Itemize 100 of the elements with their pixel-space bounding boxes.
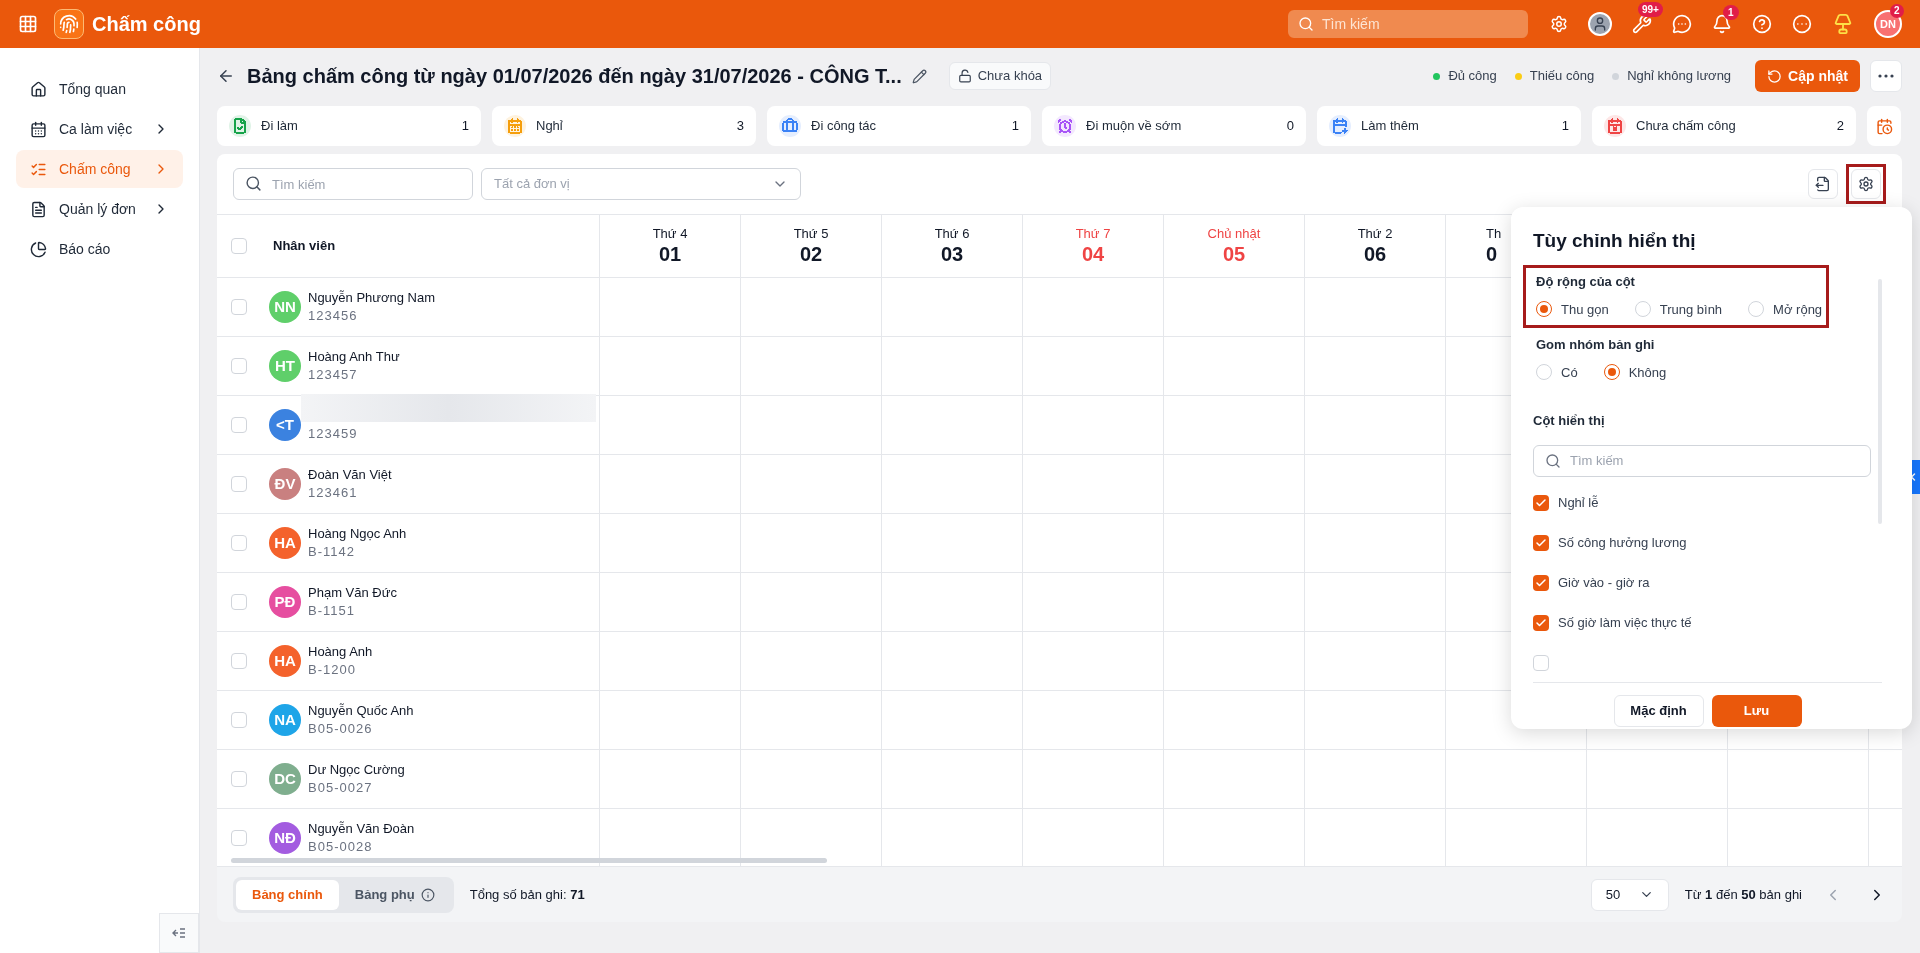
employee-code: 123459	[308, 425, 359, 443]
check-icon	[1535, 496, 1547, 509]
employee-avatar: HT	[269, 350, 301, 382]
employee-name: Nguyễn Văn Đoàn	[308, 820, 416, 838]
employee-code: B05-0028	[308, 838, 374, 856]
checkbox[interactable]	[1533, 654, 1549, 671]
lamp-icon[interactable]	[1832, 13, 1854, 35]
search-icon	[1298, 16, 1314, 32]
check-icon	[1535, 576, 1547, 589]
export-icon	[1815, 176, 1831, 192]
search-icon	[245, 175, 262, 192]
card-count: 1	[461, 117, 469, 136]
day-column-header: Thứ 6 03	[882, 215, 1023, 277]
row-checkbox[interactable]	[231, 299, 247, 315]
sidebar-item[interactable]: Quản lý đơn	[16, 190, 183, 228]
employee-name: Nguyễn Quốc Anh	[308, 702, 415, 720]
employee-name: Hoàng Ngọc Anh	[308, 525, 408, 543]
row-checkbox[interactable]	[231, 712, 247, 728]
card-label: Đi muộn về sớm	[1086, 117, 1183, 136]
table-tab[interactable]: Bảng phụ	[338, 879, 451, 910]
employee-avatar: NN	[269, 291, 301, 323]
checkbox[interactable]	[1533, 614, 1549, 631]
more-icon[interactable]	[1792, 14, 1812, 34]
bell-icon[interactable]	[1712, 14, 1732, 34]
row-checkbox[interactable]	[231, 594, 247, 610]
refresh-icon	[1767, 68, 1783, 84]
column-search-field[interactable]: Tìm kiếm	[1533, 444, 1871, 477]
settings-icon[interactable]	[1550, 15, 1568, 33]
card-count: 3	[736, 117, 744, 136]
employee-code: B05-0026	[308, 720, 374, 738]
calendar-clock-icon	[1875, 117, 1893, 135]
row-checkbox[interactable]	[231, 476, 247, 492]
checkbox[interactable]	[1533, 534, 1549, 551]
help-icon[interactable]	[1752, 14, 1772, 34]
section-label: Cột hiển thị	[1533, 412, 1606, 430]
row-checkbox[interactable]	[231, 358, 247, 374]
card-count: 0	[1286, 117, 1294, 136]
section-label: Gom nhóm bản ghi	[1536, 336, 1656, 354]
employee-name: Hoàng Anh Thư	[308, 348, 401, 366]
notification-badge: 99+	[1638, 2, 1663, 17]
summary-card[interactable]: Đi muộn về sớm 0	[1042, 106, 1306, 146]
apps-menu-icon[interactable]	[18, 14, 38, 34]
lock-status-button[interactable]: Chưa khóa	[948, 62, 1052, 90]
employee-name: Dư Ngọc Cường	[308, 761, 406, 779]
summary-card[interactable]: Nghỉ 3	[492, 106, 756, 146]
row-checkbox[interactable]	[231, 771, 247, 787]
settings-icon	[1858, 176, 1874, 192]
select-all-checkbox[interactable]	[231, 238, 247, 254]
employee-code: B-1200	[308, 661, 357, 679]
check-icon	[1535, 536, 1547, 549]
search-field[interactable]: Tìm kiếm	[1288, 10, 1528, 38]
checkbox[interactable]	[1533, 494, 1549, 511]
employee-avatar: NA	[269, 704, 301, 736]
summary-card[interactable]: Đi làm 1	[217, 106, 481, 146]
record-range: Từ 1 đến 50 bản ghi	[1684, 885, 1802, 904]
sidebar-item[interactable]: Tổng quan	[16, 70, 183, 108]
summary-card[interactable]: Đi công tác 1	[767, 106, 1031, 146]
save-button[interactable]: Lưu	[1711, 694, 1802, 727]
checkbox-label: Giờ vào - giờ ra	[1558, 573, 1650, 592]
employee-code: B05-0027	[308, 779, 374, 797]
calendar-button[interactable]	[1867, 106, 1901, 146]
row-checkbox[interactable]	[231, 535, 247, 551]
employee-name: Đoàn Văn Việt	[308, 466, 393, 484]
table-tab[interactable]: Bảng chính	[236, 879, 339, 910]
update-button[interactable]: Cập nhật	[1755, 60, 1860, 92]
home-icon	[30, 80, 47, 98]
day-column-header: Thứ 5 02	[741, 215, 882, 277]
card-label: Nghỉ	[536, 117, 564, 136]
chat-icon[interactable]	[1672, 14, 1692, 34]
record-total: Tổng số bản ghi: 71	[469, 885, 585, 904]
summary-card[interactable]: Làm thêm 1	[1317, 106, 1581, 146]
employee-code: 123461	[308, 484, 359, 502]
employee-code: B-1151	[308, 602, 356, 620]
employee-search-field[interactable]: Tìm kiếm	[233, 168, 473, 200]
wrench-icon[interactable]	[1632, 14, 1652, 34]
employee-code: B-1142	[308, 543, 356, 561]
more-icon	[1878, 74, 1894, 78]
export-button[interactable]	[1808, 169, 1838, 199]
horizontal-scrollbar[interactable]	[231, 858, 827, 863]
row-checkbox[interactable]	[231, 653, 247, 669]
day-column-header: Chủ nhật 05	[1164, 215, 1305, 277]
day-column-header: Thứ 7 04	[1023, 215, 1164, 277]
default-button[interactable]: Mặc định	[1613, 694, 1704, 727]
checkbox[interactable]	[1533, 574, 1549, 591]
row-checkbox[interactable]	[231, 417, 247, 433]
employee-avatar: DC	[269, 763, 301, 795]
page-size-dropdown[interactable]: 50	[1590, 878, 1669, 911]
sidebar-item[interactable]: Ca làm việc	[16, 110, 183, 148]
employee-name: Nguyễn Phương Nam	[308, 289, 437, 307]
collapse-sidebar-button[interactable]	[159, 913, 199, 953]
document-icon	[30, 200, 47, 218]
edit-icon[interactable]	[911, 68, 927, 84]
sidebar-item[interactable]: Báo cáo	[16, 230, 183, 268]
row-checkbox[interactable]	[231, 830, 247, 846]
more-button[interactable]	[1870, 60, 1902, 92]
summary-card[interactable]: Chưa chấm công 2	[1592, 106, 1856, 146]
employee-name: Hoàng Anh	[308, 643, 374, 661]
column-header: Nhân viên	[273, 237, 336, 256]
radio-label: Trung bình	[1659, 300, 1723, 319]
user-avatar[interactable]	[1588, 12, 1612, 36]
